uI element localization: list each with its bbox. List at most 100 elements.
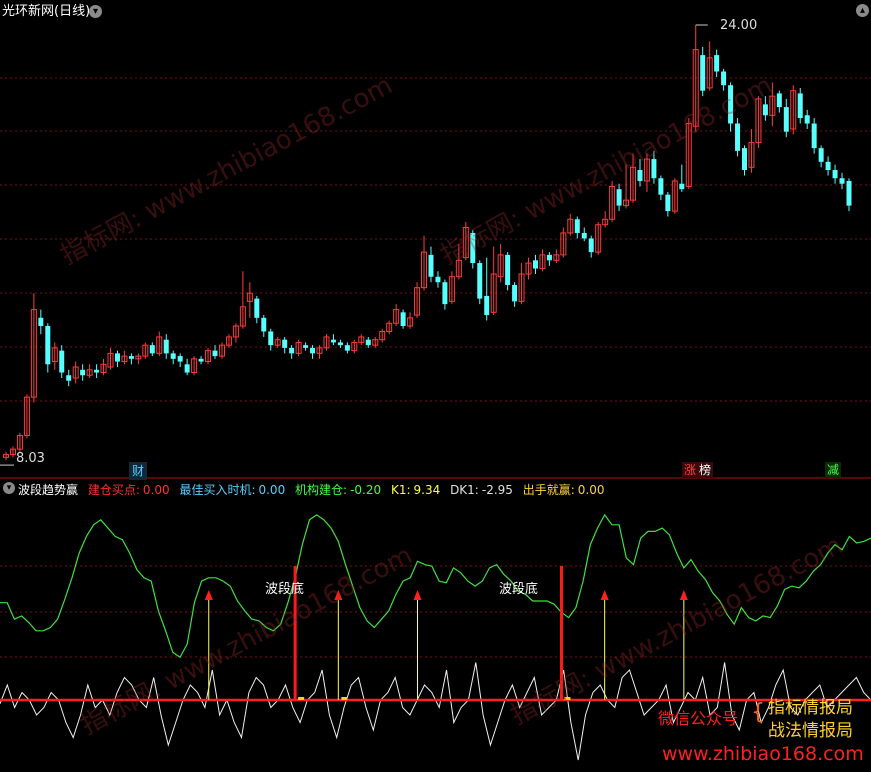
candle-body-down [546, 254, 552, 261]
candle-body-down [435, 276, 441, 283]
field-value-1: 0.00 [258, 483, 286, 497]
candle-body-down [45, 326, 51, 365]
candle-body-down [428, 254, 434, 277]
candle-body-down [261, 317, 267, 332]
field-value-3: 9.34 [413, 483, 441, 497]
candle-body-down [532, 260, 538, 269]
candle-body-down [94, 369, 100, 373]
candle-body-down [721, 71, 727, 86]
candle-body-down [330, 339, 336, 343]
candle-body-down [658, 178, 664, 195]
candle-body-down [268, 331, 274, 346]
candle-body-down [512, 284, 518, 302]
candle-body-down [163, 339, 169, 354]
candle-body-down [477, 263, 483, 299]
candle-body-down [337, 342, 343, 346]
candle-body-down [665, 194, 671, 212]
band-bottom-label-1: 波段底 [265, 582, 305, 597]
field-label-5: 出手就赢: [522, 483, 575, 497]
low-price-label: 8.03 [16, 451, 45, 466]
stock-title: 光环新网(日线) [2, 4, 91, 19]
candle-body-down [310, 347, 316, 354]
field-value-5: 0.00 [577, 483, 605, 497]
candle-body-down [818, 148, 824, 162]
event-tag-limit-up[interactable]: 涨 [682, 462, 699, 478]
candle-body-down [574, 219, 580, 233]
candle-body-down [303, 345, 309, 348]
chevron-up-icon[interactable]: ▴ [856, 4, 869, 17]
candle-body-down [184, 364, 190, 373]
candle-body-down [783, 107, 789, 132]
stock-chart-window: 光环新网(日线) ▾ ▴ 24.00 8.03 财 涨 榜 减 ▾ 波段趋势赢 … [0, 0, 871, 768]
candle-body-down [846, 180, 852, 206]
field-label-2: 机构建仓: [295, 483, 348, 497]
candle-body-down [484, 295, 490, 316]
candle-body-down [365, 339, 371, 346]
promo-line-2: 战法情报局 [768, 721, 853, 741]
red-arrow-icon [204, 590, 213, 600]
candle-body-down [832, 170, 838, 179]
red-arrow-icon [413, 590, 422, 600]
candle-body-down [637, 170, 643, 181]
indicator-legend: 波段趋势赢 建仓买点: 0.00 最佳买入时机: 0.00 机构建仓: -0.20 K… [18, 481, 605, 498]
candle-body-down [170, 353, 176, 359]
chevron-down-icon[interactable]: ▾ [89, 5, 102, 18]
candle-body-down [80, 369, 86, 376]
candle-body-down [198, 358, 204, 362]
candle-body-down [825, 161, 831, 171]
candle-body-down [505, 254, 511, 285]
candle-body-down [700, 55, 706, 91]
candle-body-down [776, 93, 782, 108]
indicator-name: 波段趋势赢 [18, 483, 79, 497]
red-arrow-icon [679, 590, 688, 600]
candle-body-down [762, 104, 768, 116]
promo-line-1: 指标情报局 [768, 698, 853, 718]
candle-body-down [128, 356, 134, 359]
red-arrow-icon [600, 590, 609, 600]
candle-body-down [581, 232, 587, 239]
field-value-2: -0.20 [350, 483, 382, 497]
collapse-icon[interactable]: ▾ [3, 482, 15, 494]
candle-body-down [679, 183, 685, 190]
high-price-label: 24.00 [720, 18, 758, 33]
yellow-base-mark [564, 697, 571, 700]
candle-body-down [728, 85, 734, 124]
red-arrow-icon [334, 590, 343, 600]
candle-body-down [177, 356, 183, 362]
candle-body-down [588, 238, 594, 253]
chart-canvas[interactable] [0, 0, 871, 768]
candle-body-down [59, 350, 65, 373]
candle-body-down [114, 353, 120, 362]
yellow-base-mark [298, 697, 305, 700]
candle-body-down [400, 312, 406, 327]
promo-wechat: 微信公众号 [658, 709, 739, 728]
red-signal-bar [559, 566, 563, 700]
field-label-1: 最佳买入时机: [179, 483, 256, 497]
promo-brace: { [751, 700, 765, 725]
candle-body-down [804, 115, 810, 124]
candle-body-down [735, 123, 741, 151]
candle-body-down [741, 148, 747, 171]
candle-body-down [149, 345, 155, 354]
event-tag-reduce[interactable]: 减 [825, 462, 842, 478]
candle-body-down [470, 232, 476, 264]
band-bottom-label-2: 波段底 [499, 582, 539, 597]
field-value-0: 0.00 [142, 483, 170, 497]
candle-body-down [442, 282, 448, 305]
promo-url[interactable]: www.zhibiao168.com [662, 743, 864, 765]
field-value-4: -2.95 [481, 483, 513, 497]
candle-body-down [282, 339, 288, 348]
event-tag-ranking[interactable]: 榜 [697, 462, 714, 478]
event-tag-finance[interactable]: 财 [129, 462, 148, 480]
yellow-base-mark [341, 697, 348, 700]
candle-body-down [714, 55, 720, 72]
field-label-3: K1: [390, 483, 411, 497]
candle-body-down [651, 159, 657, 179]
field-label-4: DK1: [450, 483, 479, 497]
candle-body-down [212, 350, 218, 357]
candle-body-down [344, 345, 350, 351]
candle-body-down [38, 317, 44, 327]
candle-body-down [66, 375, 72, 381]
candle-body-down [616, 189, 622, 206]
green-oscillator-line [0, 513, 871, 659]
